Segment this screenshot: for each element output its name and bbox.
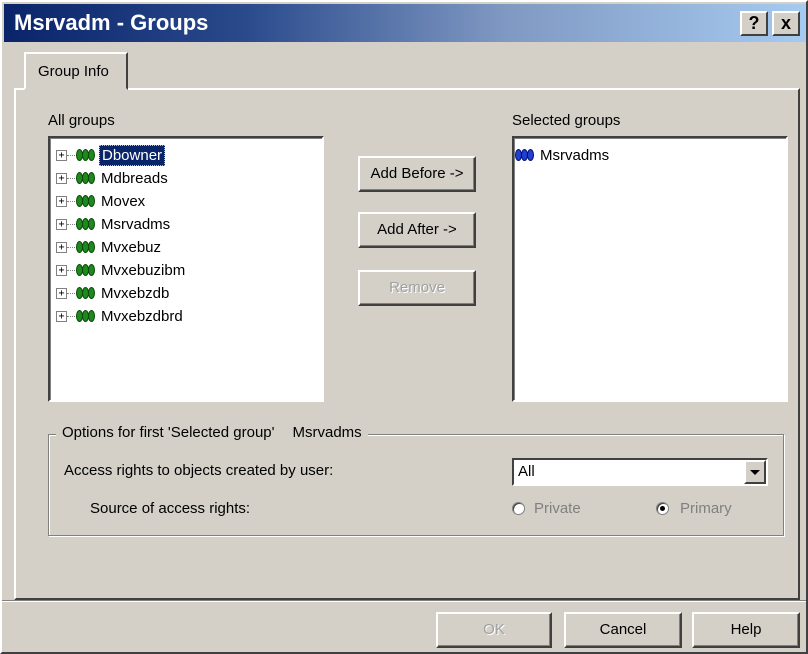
options-group-name: Msrvadms: [292, 424, 362, 441]
tree-item-label: Mvxebzdbrd: [101, 307, 183, 325]
add-after-button[interactable]: Add After ->: [358, 212, 476, 248]
tree-item-label: Movex: [101, 192, 146, 210]
tree-item-mvxebuzibm[interactable]: + Mvxebuzibm: [56, 259, 187, 281]
tree-item-movex[interactable]: + Movex: [56, 190, 147, 212]
remove-button[interactable]: Remove: [358, 270, 476, 306]
tree-item-label: Mvxebuzibm: [101, 261, 186, 279]
options-legend-text: Options for first 'Selected group': [62, 424, 275, 441]
ok-button[interactable]: OK: [436, 612, 552, 648]
expand-icon[interactable]: +: [56, 264, 67, 276]
expand-icon[interactable]: +: [56, 310, 67, 322]
group-icon: [76, 172, 95, 184]
help-title-button[interactable]: ?: [740, 11, 768, 36]
help-button[interactable]: Help: [692, 612, 800, 648]
all-groups-label: All groups: [48, 112, 115, 129]
group-icon: [76, 310, 95, 322]
expand-icon[interactable]: +: [56, 218, 67, 230]
all-groups-tree[interactable]: + Dbowner + Mdbreads + Movex + Msrvadms …: [48, 136, 324, 402]
add-before-button[interactable]: Add Before ->: [358, 156, 476, 192]
group-icon: [76, 287, 95, 299]
expand-icon[interactable]: +: [56, 241, 67, 253]
cancel-button[interactable]: Cancel: [564, 612, 682, 648]
tree-item-msrvadms[interactable]: + Msrvadms: [56, 213, 172, 235]
chevron-down-icon[interactable]: [744, 460, 766, 484]
access-rights-label: Access rights to objects created by user…: [64, 462, 334, 479]
radio-private-label: Private: [534, 500, 581, 517]
access-rights-select[interactable]: All: [512, 458, 768, 486]
footer-area: [2, 600, 806, 652]
tree-item-mvxebzdb[interactable]: + Mvxebzdb: [56, 282, 171, 304]
expand-icon[interactable]: +: [56, 287, 67, 299]
tree-item-mdbreads[interactable]: + Mdbreads: [56, 167, 170, 189]
list-item-msrvadms[interactable]: Msrvadms: [515, 144, 611, 166]
selected-groups-list[interactable]: Msrvadms: [512, 136, 788, 402]
close-button[interactable]: x: [772, 11, 800, 36]
title-bar[interactable]: Msrvadm - Groups ? x: [4, 4, 806, 42]
question-icon: ?: [748, 13, 760, 33]
tab-group-info[interactable]: Group Info: [24, 52, 128, 90]
group-icon: [76, 149, 95, 161]
tree-item-label: Dbowner: [99, 144, 166, 166]
group-icon: [515, 149, 534, 161]
group-icon: [76, 218, 95, 230]
groups-dialog: Msrvadm - Groups ? x Group Info All grou…: [0, 0, 808, 654]
radio-primary-label: Primary: [680, 500, 732, 517]
expand-icon[interactable]: +: [56, 195, 67, 207]
tree-item-dbowner[interactable]: + Dbowner: [56, 144, 166, 166]
window-title: Msrvadm - Groups: [14, 10, 209, 35]
group-icon: [76, 264, 95, 276]
close-icon: x: [780, 13, 791, 33]
tree-item-mvxebuz[interactable]: + Mvxebuz: [56, 236, 163, 258]
tree-item-label: Mvxebzdb: [101, 284, 170, 302]
tree-item-label: Msrvadms: [101, 215, 171, 233]
source-rights-label: Source of access rights:: [90, 500, 251, 517]
tree-item-label: Mdbreads: [101, 169, 168, 187]
options-legend: Options for first 'Selected group' Msrvad…: [56, 424, 368, 441]
tree-item-label: Mvxebuz: [101, 238, 162, 256]
radio-private[interactable]: [512, 502, 525, 515]
selected-groups-label: Selected groups: [512, 112, 621, 129]
tree-item-mvxebzdbrd[interactable]: + Mvxebzdbrd: [56, 305, 185, 327]
list-item-label: Msrvadms: [540, 146, 610, 164]
radio-primary[interactable]: [656, 502, 669, 515]
group-icon: [76, 195, 95, 207]
tab-label: Group Info: [38, 63, 109, 80]
group-icon: [76, 241, 95, 253]
expand-icon[interactable]: +: [56, 149, 67, 161]
expand-icon[interactable]: +: [56, 172, 67, 184]
access-rights-value: All: [518, 463, 535, 480]
